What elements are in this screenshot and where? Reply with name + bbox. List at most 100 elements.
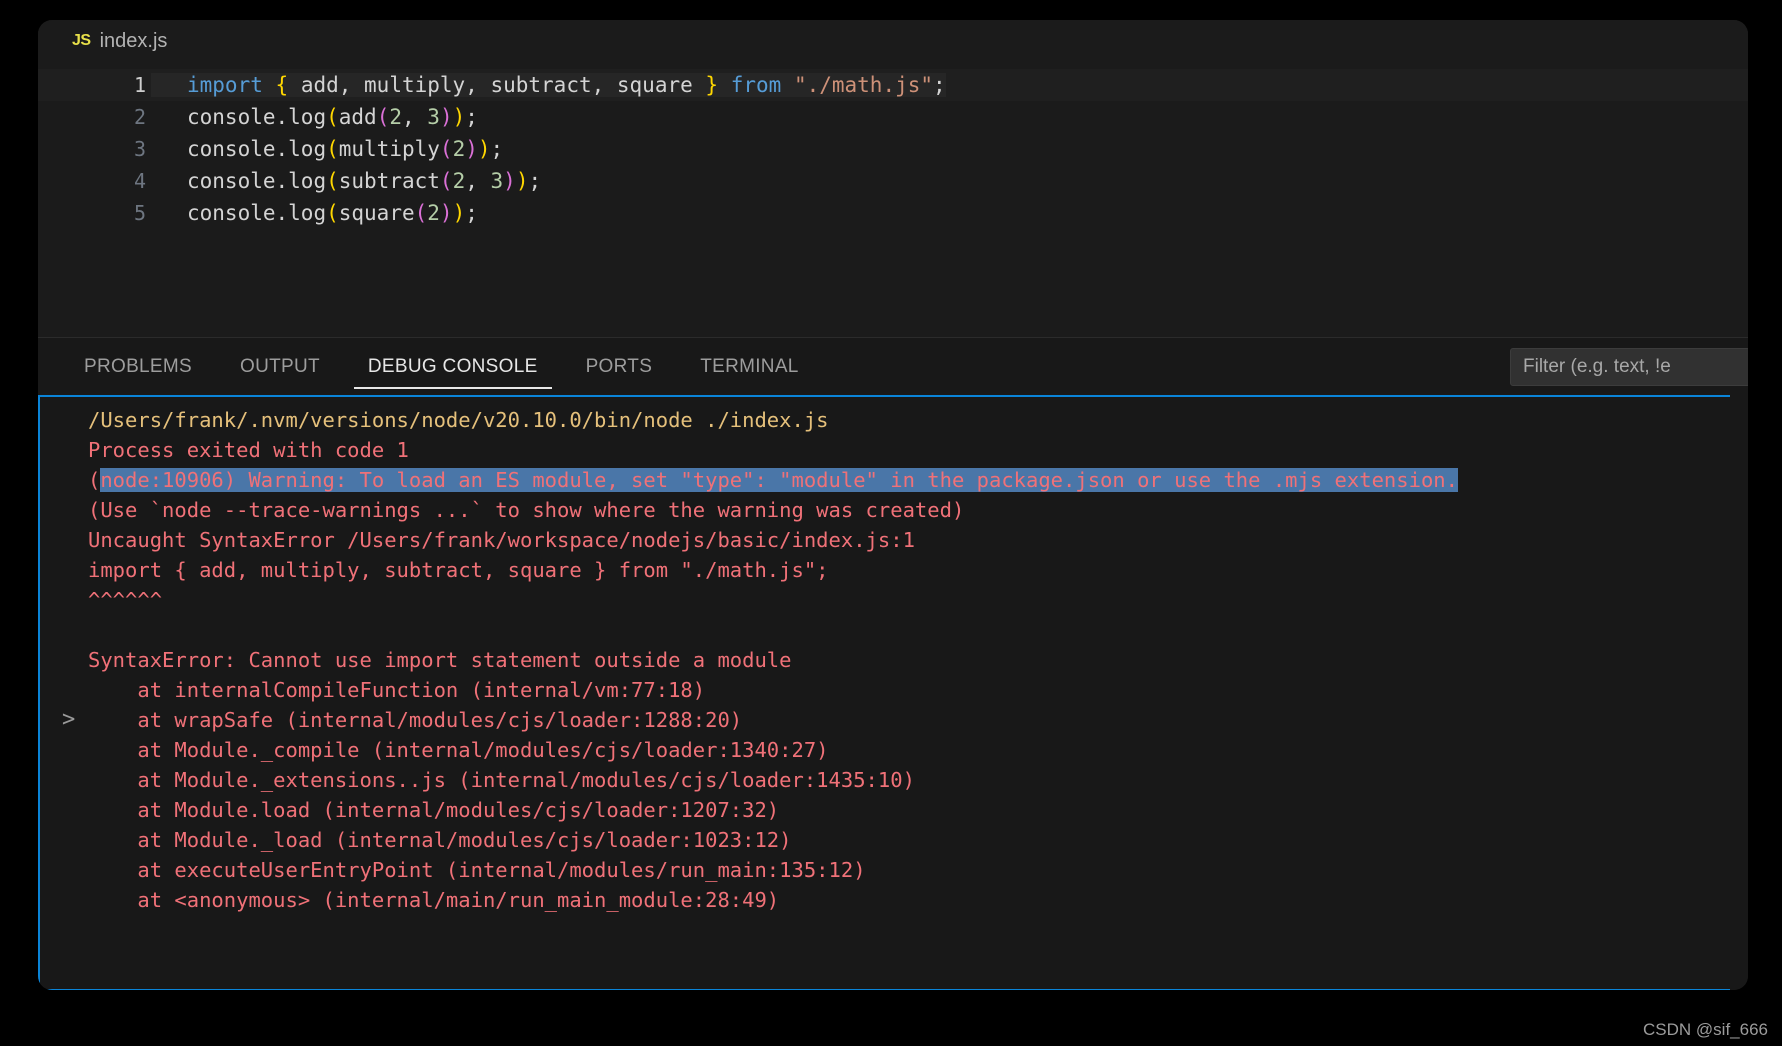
code-line-text[interactable]: console.log(add(2, 3)); bbox=[151, 105, 478, 129]
console-line-uncaught-syntaxerror[interactable]: Uncaught SyntaxError /Users/frank/worksp… bbox=[40, 525, 1730, 555]
code-token: 3 bbox=[490, 169, 504, 193]
breadcrumb[interactable]: JS index.js bbox=[38, 20, 1748, 62]
code-token: log bbox=[288, 169, 327, 193]
console-line-text: ^^^^^^ bbox=[88, 588, 163, 612]
console-line-text: import { add, multiply, subtract, square… bbox=[88, 558, 829, 582]
code-editor: JS index.js 1 import { add, multiply, sub… bbox=[38, 20, 1748, 337]
console-line-stack-Module-compile[interactable]: at Module._compile (internal/modules/cjs… bbox=[40, 735, 1730, 765]
code-line[interactable]: 3 console.log(multiply(2)); bbox=[38, 133, 1748, 165]
console-line-text bbox=[88, 618, 100, 642]
code-token: ( bbox=[439, 169, 453, 193]
filter-placeholder[interactable]: Filter (e.g. text, !e bbox=[1523, 356, 1671, 378]
code-token: console. bbox=[187, 201, 289, 225]
code-token: ) bbox=[465, 137, 478, 161]
code-token: ; bbox=[465, 105, 478, 129]
code-token: ( bbox=[326, 201, 339, 225]
line-number: 4 bbox=[133, 169, 146, 193]
breadcrumb-filename[interactable]: index.js bbox=[100, 30, 168, 53]
code-token: log bbox=[288, 105, 327, 129]
console-line-stack-executeUserEntryPoint[interactable]: at executeUserEntryPoint (internal/modul… bbox=[40, 855, 1730, 885]
code-token: } bbox=[705, 73, 719, 97]
debug-console[interactable]: /Users/frank/.nvm/versions/node/v20.10.0… bbox=[38, 395, 1730, 990]
code-token: console. bbox=[187, 105, 289, 129]
console-line-text: at executeUserEntryPoint (internal/modul… bbox=[88, 858, 866, 882]
console-line-stack-Module-load[interactable]: at Module.load (internal/modules/cjs/loa… bbox=[40, 795, 1730, 825]
tab-problems[interactable]: PROBLEMS bbox=[68, 338, 208, 395]
code-token: ; bbox=[933, 73, 946, 97]
console-output-list[interactable]: /Users/frank/.nvm/versions/node/v20.10.0… bbox=[40, 397, 1730, 915]
console-line-node-command[interactable]: /Users/frank/.nvm/versions/node/v20.10.0… bbox=[40, 405, 1730, 435]
console-line-selected-text: node:10906) Warning: To load an ES modul… bbox=[100, 468, 1458, 492]
code-token: 3 bbox=[427, 105, 440, 129]
chevron-right-icon[interactable]: > bbox=[62, 705, 75, 735]
console-line-stack-Module-extensions-js[interactable]: at Module._extensions..js (internal/modu… bbox=[40, 765, 1730, 795]
line-number: 1 bbox=[133, 73, 146, 97]
console-line-trace-warnings-hint[interactable]: (Use `node --trace-warnings ...` to show… bbox=[40, 495, 1730, 525]
vscode-window: JS index.js 1 import { add, multiply, sub… bbox=[38, 20, 1748, 990]
code-token: ) bbox=[439, 105, 453, 129]
panel-tab-bar[interactable]: PROBLEMS OUTPUT DEBUG CONSOLE PORTS TERMINAL… bbox=[38, 338, 1748, 395]
code-token: "./math.js" bbox=[793, 73, 934, 97]
console-line-stack-wrapSafe[interactable]: > at wrapSafe (internal/modules/cjs/load… bbox=[40, 705, 1730, 735]
console-line-text: at Module._compile (internal/modules/cjs… bbox=[88, 738, 829, 762]
console-line-text: Uncaught SyntaxError /Users/frank/worksp… bbox=[88, 528, 915, 552]
code-token: ) bbox=[452, 105, 466, 129]
tab-terminal[interactable]: TERMINAL bbox=[684, 338, 814, 395]
console-line-stack-anonymous[interactable]: at <anonymous> (internal/main/run_main_m… bbox=[40, 885, 1730, 915]
code-token: subtract bbox=[338, 169, 440, 193]
console-line-offending-source[interactable]: import { add, multiply, subtract, square… bbox=[40, 555, 1730, 585]
console-line-text: Process exited with code 1 bbox=[88, 438, 409, 462]
console-line-text: at internalCompileFunction (internal/vm:… bbox=[88, 678, 706, 702]
code-line-text[interactable]: console.log(square(2)); bbox=[151, 201, 478, 225]
code-token: ) bbox=[503, 169, 516, 193]
code-lines-container[interactable]: 1 import { add, multiply, subtract, squar… bbox=[38, 62, 1748, 229]
console-line-stack-Module-_load[interactable]: at Module._load (internal/modules/cjs/lo… bbox=[40, 825, 1730, 855]
code-token: ( bbox=[439, 137, 453, 161]
tab-output[interactable]: OUTPUT bbox=[224, 338, 336, 395]
tab-ports[interactable]: PORTS bbox=[570, 338, 669, 395]
bottom-panel: PROBLEMS OUTPUT DEBUG CONSOLE PORTS TERMINAL… bbox=[38, 337, 1748, 990]
tab-debug-console[interactable]: DEBUG CONSOLE bbox=[352, 338, 554, 395]
code-token: ( bbox=[376, 105, 390, 129]
watermark-text: CSDN @sif_666 bbox=[1643, 1020, 1768, 1039]
console-line-caret-marker[interactable]: ^^^^^^ bbox=[40, 585, 1730, 615]
code-line-text[interactable]: console.log(multiply(2)); bbox=[151, 137, 503, 161]
code-token: ; bbox=[528, 169, 542, 193]
code-token: ( bbox=[414, 201, 428, 225]
code-line[interactable]: 4 console.log(subtract(2, 3)); bbox=[38, 165, 1748, 197]
code-token: square bbox=[338, 201, 415, 225]
js-file-icon: JS bbox=[72, 32, 91, 49]
code-line[interactable]: 2 console.log(add(2, 3)); bbox=[38, 101, 1748, 133]
console-line-text: at Module._extensions..js (internal/modu… bbox=[88, 768, 915, 792]
code-token: add, multiply, subtract, square bbox=[288, 73, 706, 97]
code-token: 2 bbox=[452, 137, 466, 161]
code-line[interactable]: 1 import { add, multiply, subtract, squar… bbox=[38, 69, 1748, 101]
filter-input-box[interactable]: Filter (e.g. text, !e bbox=[1510, 348, 1748, 386]
code-token: ; bbox=[490, 137, 504, 161]
console-line-text: at wrapSafe (internal/modules/cjs/loader… bbox=[88, 708, 743, 732]
code-token: multiply bbox=[338, 137, 440, 161]
line-number: 2 bbox=[133, 105, 146, 129]
console-line-process-exit[interactable]: Process exited with code 1 bbox=[40, 435, 1730, 465]
code-token: ( bbox=[326, 169, 339, 193]
console-line-text: SyntaxError: Cannot use import statement… bbox=[88, 648, 792, 672]
code-token: import bbox=[187, 73, 263, 97]
code-token: ( bbox=[326, 105, 339, 129]
code-token: ) bbox=[452, 201, 466, 225]
code-line-text[interactable]: console.log(subtract(2, 3)); bbox=[151, 169, 541, 193]
console-line-text: at Module._load (internal/modules/cjs/lo… bbox=[88, 828, 792, 852]
code-token: from bbox=[730, 73, 782, 97]
code-token: 2 bbox=[389, 105, 402, 129]
console-line-es-module-warning[interactable]: (node:10906) Warning: To load an ES modu… bbox=[40, 465, 1730, 495]
code-line[interactable]: 5 console.log(square(2)); bbox=[38, 197, 1748, 229]
console-line-stack-internalCompileFunction[interactable]: at internalCompileFunction (internal/vm:… bbox=[40, 675, 1730, 705]
code-token: log bbox=[288, 137, 327, 161]
line-number: 3 bbox=[133, 137, 146, 161]
console-line-syntaxerror-message[interactable]: SyntaxError: Cannot use import statement… bbox=[40, 645, 1730, 675]
code-token: 2 bbox=[452, 169, 466, 193]
code-line-text[interactable]: import { add, multiply, subtract, square… bbox=[151, 73, 946, 97]
console-line-blank-1[interactable] bbox=[40, 615, 1730, 645]
